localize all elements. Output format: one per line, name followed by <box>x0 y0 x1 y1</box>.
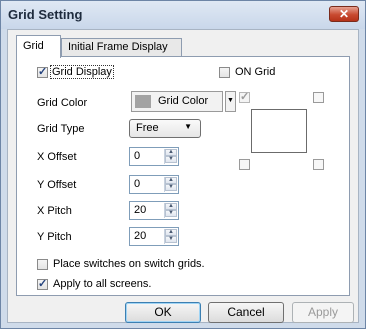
spin-down-icon[interactable]: ▼ <box>165 156 177 163</box>
x-pitch-value: 20 <box>134 204 147 216</box>
x-offset-label: X Offset <box>37 151 77 163</box>
grid-display-label[interactable]: Grid Display <box>50 65 114 79</box>
spin-up-icon[interactable]: ▲ <box>165 229 177 236</box>
grid-color-label: Grid Color <box>37 97 88 109</box>
x-pitch-spin-buttons: ▲ ▼ <box>164 203 177 218</box>
spin-up-icon[interactable]: ▲ <box>165 177 177 184</box>
grid-type-label: Grid Type <box>37 123 85 135</box>
grid-color-button-label: Grid Color <box>158 95 209 107</box>
apply-button[interactable]: Apply <box>292 302 354 323</box>
spin-up-icon[interactable]: ▲ <box>165 149 177 156</box>
dialog-client: Grid Initial Frame Display Grid Display … <box>7 29 359 323</box>
y-offset-spin-buttons: ▲ ▼ <box>164 177 177 192</box>
grid-display-checkbox[interactable] <box>37 65 48 78</box>
spin-down-icon[interactable]: ▼ <box>165 184 177 191</box>
y-offset-value: 0 <box>134 178 141 190</box>
grid-color-dropdown[interactable]: ▼ <box>225 91 236 112</box>
on-grid-checkbox[interactable] <box>219 67 230 78</box>
preview-top-right-handle <box>313 92 324 103</box>
grid-color-swatch <box>135 95 151 108</box>
place-switches-checkbox[interactable] <box>37 259 48 270</box>
spin-down-icon[interactable]: ▼ <box>165 210 177 217</box>
preview-bottom-left-handle <box>239 159 250 170</box>
spin-down-icon[interactable]: ▼ <box>165 236 177 243</box>
y-offset-stepper[interactable]: 0 ▲ ▼ <box>129 175 179 194</box>
chevron-down-icon: ▼ <box>184 122 192 131</box>
close-icon: ✕ <box>338 7 350 21</box>
y-pitch-spin-buttons: ▲ ▼ <box>164 229 177 244</box>
y-pitch-stepper[interactable]: 20 ▲ ▼ <box>129 227 179 246</box>
spin-up-icon[interactable]: ▲ <box>165 203 177 210</box>
grid-preview-box <box>251 109 307 153</box>
grid-type-value: Free <box>136 122 159 134</box>
tab-grid[interactable]: Grid <box>16 35 61 58</box>
grid-setting-dialog: Grid Setting ✕ Grid Initial Frame Displa… <box>0 0 366 329</box>
apply-all-label[interactable]: Apply to all screens. <box>53 278 151 290</box>
place-switches-label[interactable]: Place switches on switch grids. <box>53 258 205 270</box>
apply-all-checkbox[interactable] <box>37 277 48 290</box>
x-pitch-label: X Pitch <box>37 205 72 217</box>
cancel-button[interactable]: Cancel <box>208 302 284 323</box>
title-bar[interactable]: Grid Setting ✕ <box>1 1 365 29</box>
grid-color-button[interactable]: Grid Color <box>131 91 223 112</box>
close-button[interactable]: ✕ <box>329 6 359 22</box>
grid-type-select[interactable]: Free ▼ <box>129 119 201 138</box>
dialog-title: Grid Setting <box>8 7 83 22</box>
preview-bottom-right-handle <box>313 159 324 170</box>
ok-button[interactable]: OK <box>125 302 201 323</box>
preview-top-left-checkbox <box>239 90 250 103</box>
grid-tab-panel: Grid Display ON Grid Grid Color Grid Col… <box>16 56 350 296</box>
y-pitch-label: Y Pitch <box>37 231 72 243</box>
y-offset-label: Y Offset <box>37 179 77 191</box>
x-offset-spin-buttons: ▲ ▼ <box>164 149 177 164</box>
x-pitch-stepper[interactable]: 20 ▲ ▼ <box>129 201 179 220</box>
on-grid-label[interactable]: ON Grid <box>235 66 275 78</box>
chevron-down-icon: ▼ <box>227 97 234 104</box>
x-offset-value: 0 <box>134 150 141 162</box>
y-pitch-value: 20 <box>134 230 147 242</box>
tab-initial-frame-display[interactable]: Initial Frame Display <box>61 38 182 57</box>
x-offset-stepper[interactable]: 0 ▲ ▼ <box>129 147 179 166</box>
